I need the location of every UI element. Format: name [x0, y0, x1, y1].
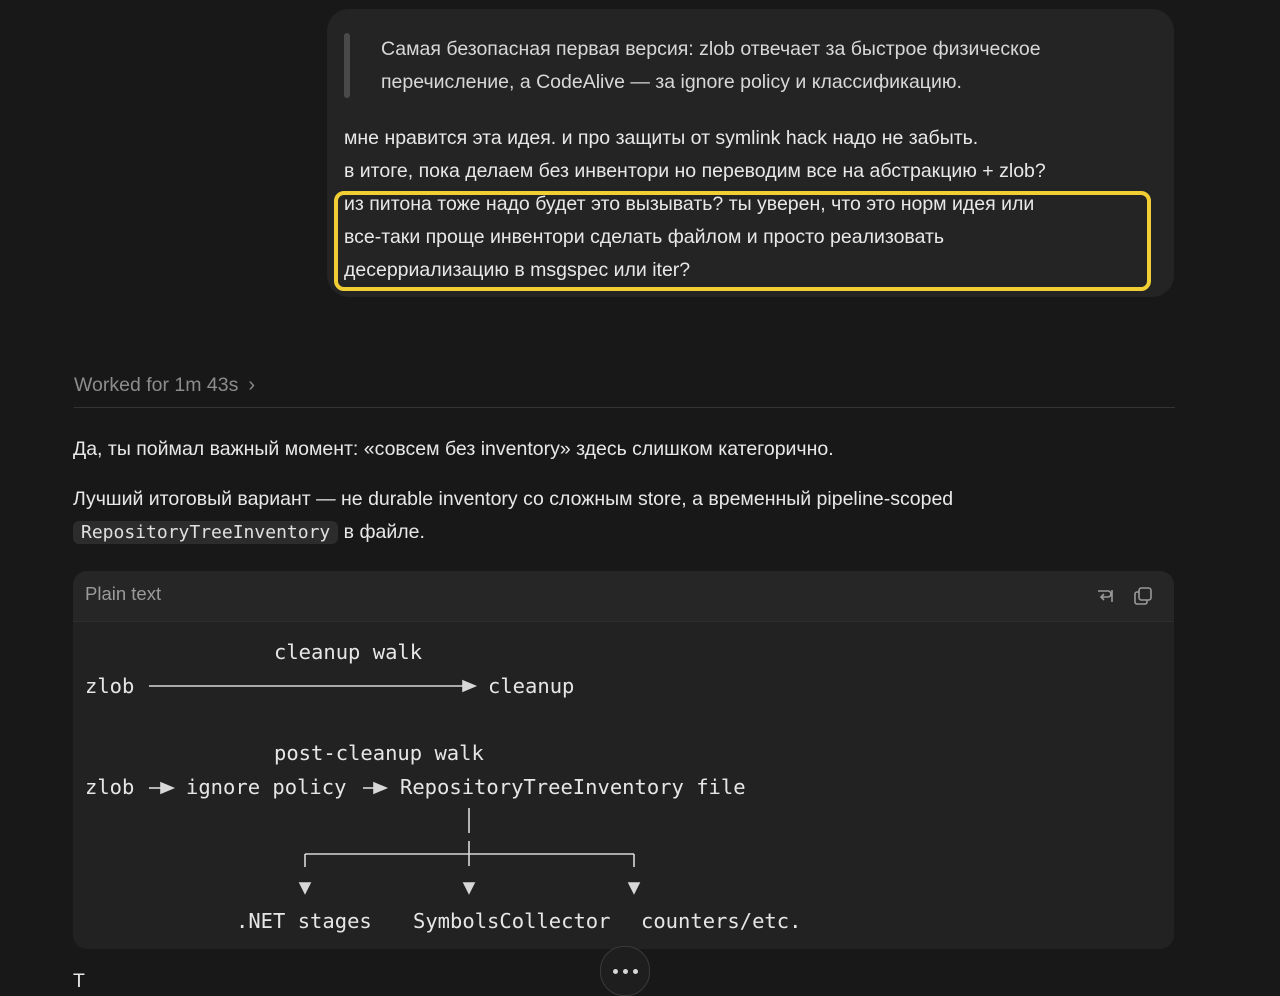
- diagram-node: zlob: [85, 674, 135, 698]
- divider: [74, 407, 1175, 408]
- ellipsis-icon: [632, 968, 638, 974]
- chevron-right-icon: ›: [248, 374, 256, 396]
- diagram-node: zlob: [85, 775, 135, 799]
- ellipsis-icon: [612, 968, 618, 974]
- paragraph-line: Лучший итоговый вариант — не durable inv…: [73, 488, 954, 510]
- assistant-paragraph: Лучший итоговый вариант — не durable inv…: [73, 483, 1173, 549]
- paragraph-tail: в файле.: [338, 521, 425, 543]
- diagram-label: post-cleanup walk: [274, 741, 484, 765]
- diagram-target: counters/etc.: [641, 909, 802, 933]
- diagram-label: cleanup walk: [274, 640, 423, 664]
- arrow-down: [298, 882, 312, 895]
- inline-code: RepositoryTreeInventory: [73, 521, 339, 544]
- more-options-button[interactable]: [600, 946, 650, 996]
- worked-for-label: Worked for 1m 43s: [74, 374, 239, 396]
- quoted-text: Самая безопасная первая версия: zlob отв…: [381, 38, 1041, 93]
- code-block: Plain text cleanup walk zlob cleanup pos…: [73, 571, 1174, 949]
- highlight-box: [334, 191, 1151, 291]
- diagram-target: .NET stages: [236, 909, 372, 933]
- arrow-head: [160, 781, 176, 795]
- assistant-paragraph: Да, ты поймал важный момент: «совсем без…: [73, 438, 834, 460]
- diagram-target: SymbolsCollector: [413, 909, 611, 933]
- diagram-node: cleanup: [488, 674, 575, 698]
- quote-bar: [344, 33, 350, 98]
- worked-for-toggle[interactable]: Worked for 1m 43s ›: [74, 370, 255, 400]
- truncated-text: Т: [73, 970, 85, 992]
- diagram-node: RepositoryTreeInventory file: [400, 775, 746, 799]
- ellipsis-icon: [622, 968, 628, 974]
- arrow-down: [462, 882, 476, 895]
- user-line: мне нравится эта идея. и про защиты от s…: [344, 127, 979, 149]
- arrow-head: [373, 781, 389, 795]
- arrow-down: [627, 882, 641, 895]
- diagram-lines: [149, 679, 641, 895]
- diagram-node: ignore policy: [186, 775, 347, 799]
- user-line: в итоге, пока делаем без инвентори но пе…: [344, 160, 1046, 182]
- arrow-head: [462, 679, 478, 693]
- paragraph-line: RepositoryTreeInventory в файле.: [73, 516, 1173, 549]
